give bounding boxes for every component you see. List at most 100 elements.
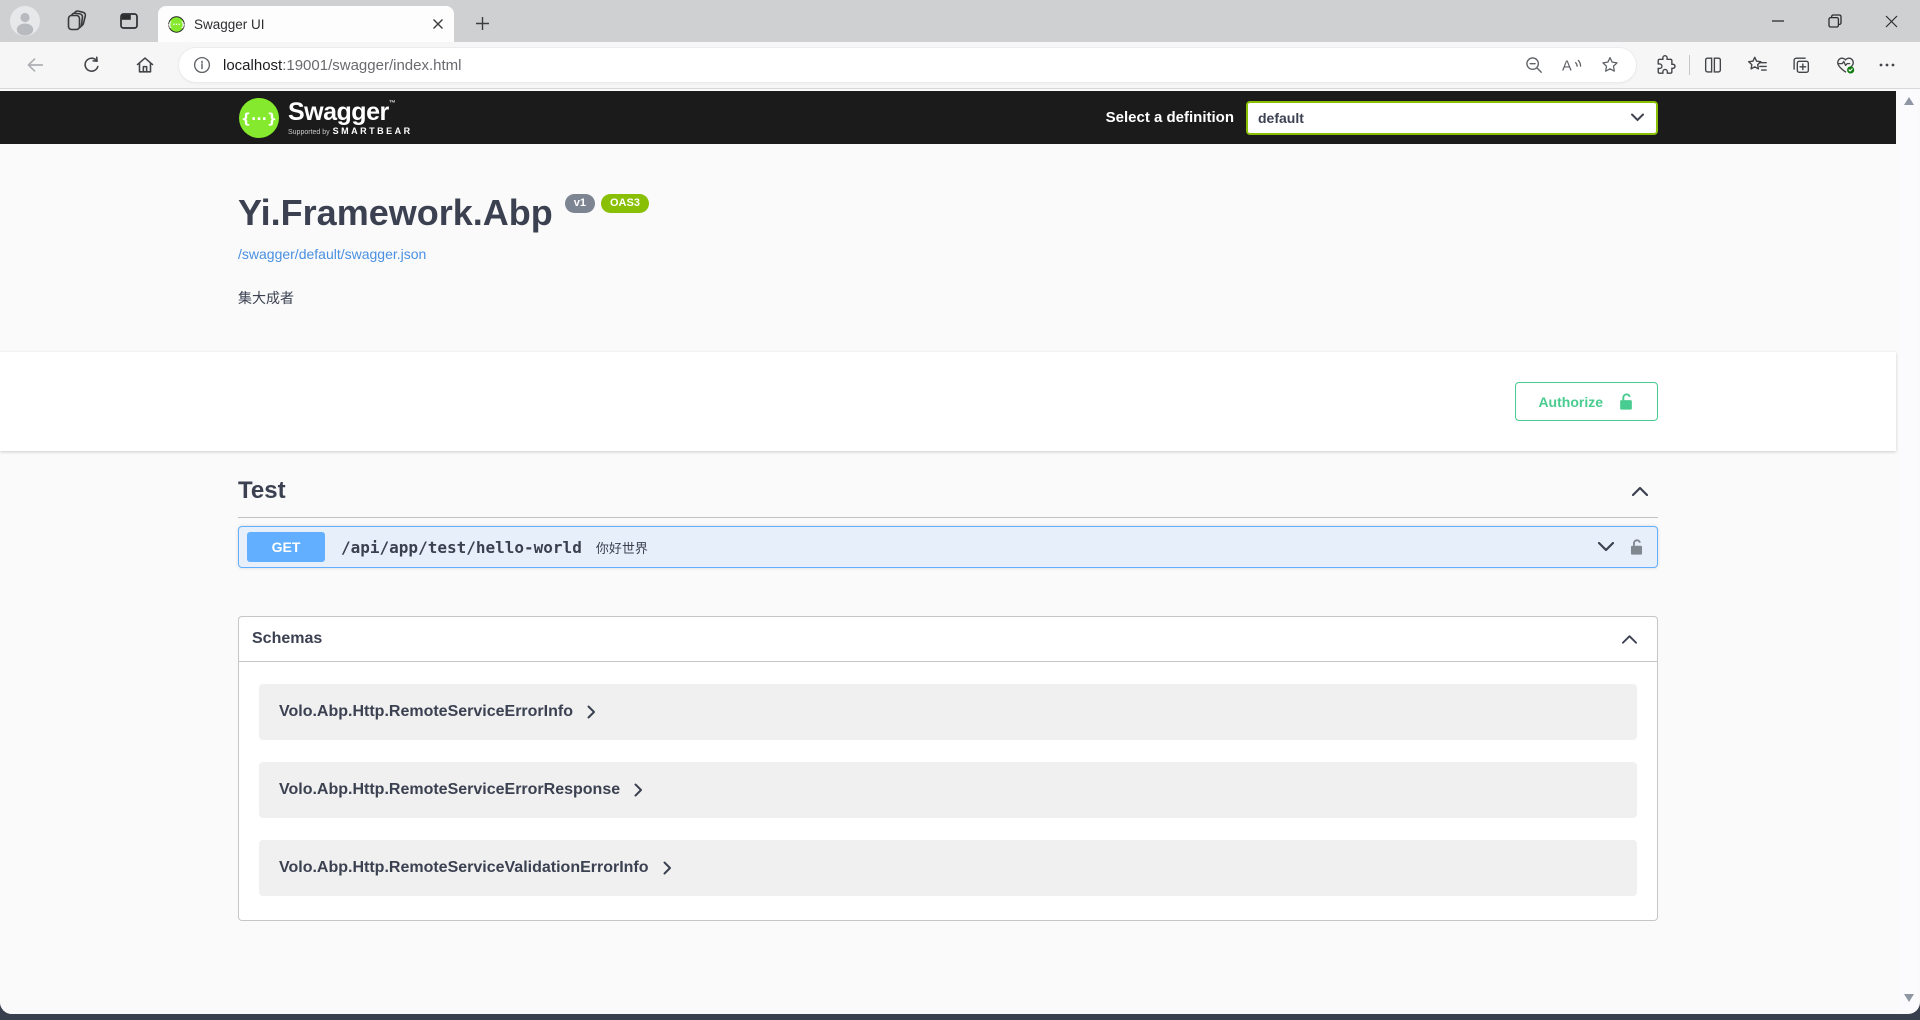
window-controls	[1749, 0, 1920, 42]
operation-summary: 你好世界	[596, 538, 1584, 557]
workspaces-icon	[65, 9, 89, 33]
browser-tab-swagger-ui[interactable]: {···} Swagger UI	[158, 6, 454, 42]
extensions-icon	[1655, 54, 1677, 76]
collections-button[interactable]	[1786, 50, 1816, 80]
back-icon	[24, 54, 46, 76]
chevron-right-icon	[587, 705, 596, 719]
tab-close-icon[interactable]	[432, 18, 444, 30]
restore-button[interactable]	[1806, 0, 1863, 42]
chevron-down-icon	[1631, 113, 1644, 122]
oas3-badge: OAS3	[601, 194, 649, 213]
collapse-chevron-up-icon[interactable]	[1632, 486, 1648, 496]
star-icon	[1600, 55, 1620, 75]
definition-select[interactable]: default	[1246, 101, 1658, 135]
authorize-button[interactable]: Authorize	[1515, 382, 1658, 421]
plus-icon	[475, 16, 490, 31]
zoom-out-button[interactable]	[1520, 51, 1548, 79]
http-method-badge: GET	[247, 532, 325, 562]
restore-icon	[1828, 14, 1842, 28]
workspaces-button[interactable]	[61, 5, 93, 37]
home-icon	[134, 54, 156, 76]
favorites-button[interactable]	[1742, 50, 1772, 80]
api-description: 集大成者	[238, 288, 1658, 308]
favorite-button[interactable]	[1596, 51, 1624, 79]
schemas-header[interactable]: Schemas	[239, 617, 1657, 662]
tab-title: Swagger UI	[194, 17, 432, 32]
tag-name: Test	[238, 477, 286, 505]
swagger-brand: {···} Swagger™ Supported bySMARTBEAR	[238, 97, 413, 139]
authorize-label: Authorize	[1538, 394, 1603, 410]
page-scrollbar[interactable]	[1900, 90, 1918, 1012]
toolbar-divider	[1689, 55, 1690, 75]
schema-row-remote-service-error-response[interactable]: Volo.Abp.Http.RemoteServiceErrorResponse	[259, 762, 1637, 818]
brand-trademark: ™	[389, 100, 396, 107]
definition-form: Select a definition default	[1106, 101, 1658, 135]
extensions-button[interactable]	[1651, 50, 1681, 80]
schemas-collapse-chevron-up-icon[interactable]	[1622, 634, 1637, 644]
tab-strip: {···} Swagger UI	[0, 0, 1920, 42]
browser-toolbar: localhost:19001/swagger/index.html A	[0, 42, 1920, 89]
home-button[interactable]	[130, 50, 160, 80]
expand-chevron-down-icon[interactable]	[1598, 542, 1614, 552]
chevron-right-icon	[634, 783, 643, 797]
definition-selected-value: default	[1258, 110, 1304, 126]
new-tab-button[interactable]	[468, 9, 496, 37]
scheme-container: Authorize	[0, 352, 1896, 451]
url-host: localhost	[223, 57, 282, 74]
operation-lock-icon[interactable]	[1628, 537, 1645, 557]
swagger-logo-icon: {···}	[238, 97, 280, 139]
split-screen-icon	[1702, 54, 1724, 76]
site-info-icon[interactable]	[193, 56, 211, 74]
minimize-icon	[1772, 20, 1784, 22]
swagger-topbar: {···} Swagger™ Supported bySMARTBEAR Sel…	[0, 91, 1896, 144]
swagger-page: {···} Swagger™ Supported bySMARTBEAR Sel…	[0, 91, 1896, 1014]
operation-row-get-hello-world[interactable]: GET /api/app/test/hello-world 你好世界	[238, 526, 1658, 568]
tag-header[interactable]: Test	[238, 477, 1658, 518]
swagger-favicon: {···}	[168, 16, 185, 33]
tab-actions-button[interactable]	[113, 5, 145, 37]
schema-name: Volo.Abp.Http.RemoteServiceErrorResponse	[279, 781, 620, 799]
svg-text:A: A	[1562, 58, 1572, 74]
spec-json-link[interactable]: /swagger/default/swagger.json	[238, 246, 1658, 262]
scroll-down-arrow-icon[interactable]	[1904, 994, 1914, 1002]
profile-button[interactable]	[9, 5, 41, 37]
brand-company: SMARTBEAR	[333, 126, 413, 136]
api-info-section: Yi.Framework.Abp v1 OAS3 /swagger/defaul…	[0, 144, 1896, 352]
api-title: Yi.Framework.Abp	[238, 192, 553, 234]
settings-menu-button[interactable]	[1872, 50, 1902, 80]
favorites-star-list-icon	[1746, 54, 1769, 76]
url-path: :19001/swagger/index.html	[282, 57, 461, 74]
refresh-button[interactable]	[76, 50, 106, 80]
browser-essentials-icon	[1834, 54, 1857, 76]
brand-tagline: Supported by	[288, 129, 330, 136]
svg-text:{···}: {···}	[168, 20, 185, 29]
close-icon	[1885, 15, 1898, 28]
schemas-section: Schemas Volo.Abp.Http.RemoteServiceError…	[238, 616, 1658, 921]
refresh-icon	[81, 55, 102, 76]
schemas-title: Schemas	[252, 630, 322, 648]
chevron-right-icon	[663, 861, 672, 875]
svg-text:{···}: {···}	[241, 111, 277, 127]
scroll-up-arrow-icon[interactable]	[1904, 97, 1914, 105]
address-bar[interactable]: localhost:19001/swagger/index.html A	[178, 47, 1637, 83]
browser-window: {···} Swagger UI	[0, 0, 1920, 1014]
operation-path: /api/app/test/hello-world	[341, 538, 582, 557]
schema-row-remote-service-validation-error-info[interactable]: Volo.Abp.Http.RemoteServiceValidationErr…	[259, 840, 1637, 896]
minimize-button[interactable]	[1749, 0, 1806, 42]
schema-row-remote-service-error-info[interactable]: Volo.Abp.Http.RemoteServiceErrorInfo	[259, 684, 1637, 740]
ellipsis-icon	[1877, 55, 1897, 75]
read-aloud-icon: A	[1561, 55, 1583, 75]
unlock-icon	[1617, 391, 1635, 412]
collections-icon	[1790, 54, 1812, 76]
operations-section: Test GET /api/app/test/hello-world 你好世界	[218, 477, 1678, 921]
schema-name: Volo.Abp.Http.RemoteServiceValidationErr…	[279, 859, 649, 877]
back-button[interactable]	[20, 50, 50, 80]
url-text[interactable]: localhost:19001/swagger/index.html	[223, 57, 1510, 74]
read-aloud-button[interactable]: A	[1558, 51, 1586, 79]
brand-name: Swagger	[288, 98, 389, 126]
api-title-row: Yi.Framework.Abp v1 OAS3	[238, 192, 1658, 234]
version-badge: v1	[565, 194, 595, 213]
split-screen-button[interactable]	[1698, 50, 1728, 80]
close-window-button[interactable]	[1863, 0, 1920, 42]
browser-essentials-button[interactable]	[1830, 50, 1860, 80]
